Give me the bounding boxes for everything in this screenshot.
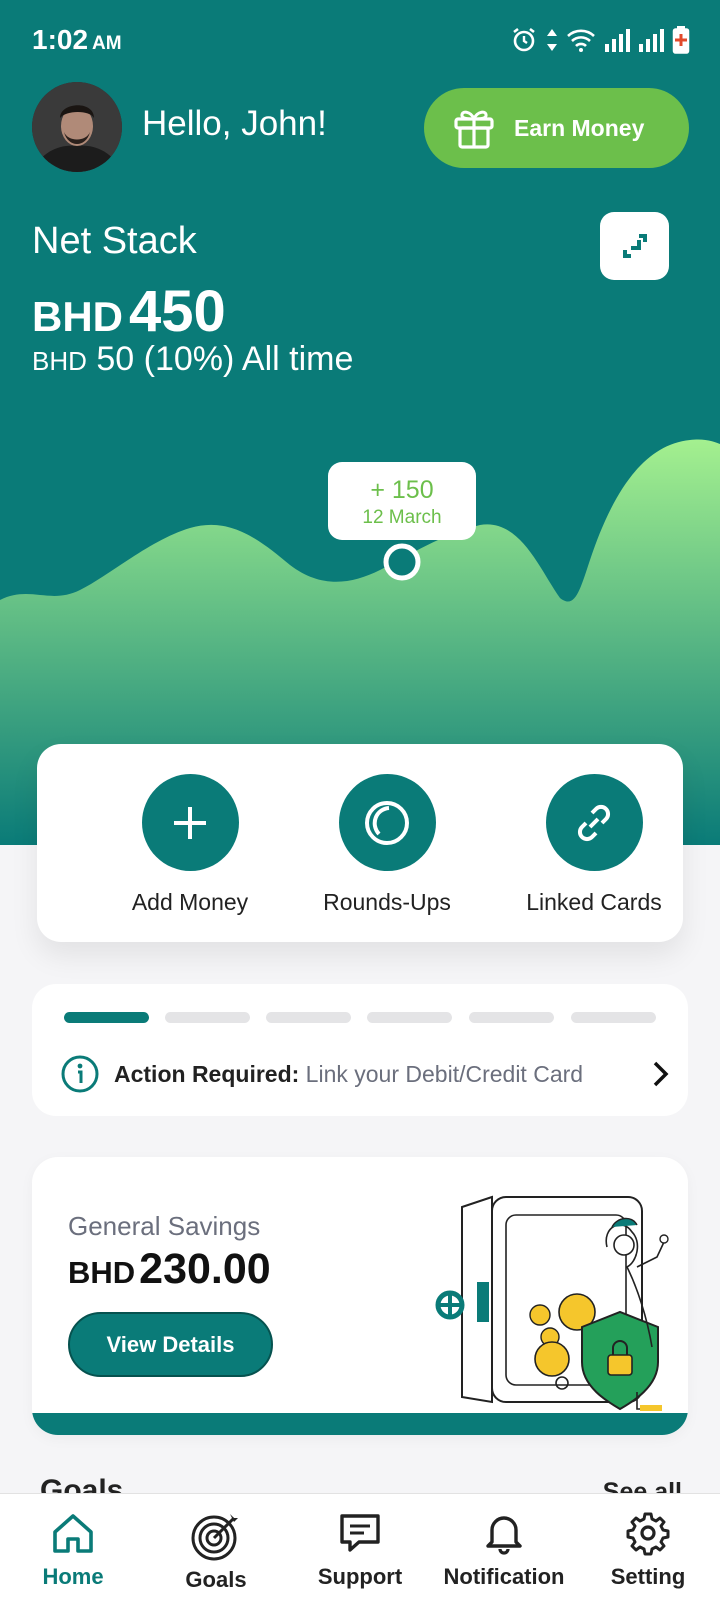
nav-support-label: Support [317,1564,403,1589]
expand-icon [622,234,647,258]
action-required-label: Action Required: [114,1060,300,1087]
progress-step-4 [367,1012,452,1023]
earn-money-button[interactable]: Earn Money [424,88,689,168]
coin-icon [365,800,409,845]
view-details-button[interactable]: View Details [68,1312,273,1377]
bottom-navigation: Home Goals Support Notification Setting [0,1493,720,1600]
savings-amount: BHD230.00 [68,1245,271,1294]
round-ups-button[interactable]: Rounds-Ups [287,774,487,916]
progress-step-3 [266,1012,351,1023]
linked-cards-label: Linked Cards [526,889,662,915]
savings-currency: BHD [68,1255,136,1290]
wifi-icon [567,29,595,52]
chevron-right-icon [653,1061,669,1087]
change-text: 50 (10%) All time [96,340,354,378]
savings-card-band [32,1413,688,1435]
expand-button[interactable] [600,212,669,280]
nav-notification-label: Notification [443,1564,565,1589]
avatar-image [32,82,122,172]
avatar[interactable] [32,82,122,172]
general-savings-card[interactable]: General Savings BHD230.00 View Details [32,1157,688,1435]
add-money-button[interactable]: Add Money [90,774,290,916]
nav-support[interactable]: Support [288,1494,432,1600]
plus-icon [174,806,206,839]
change-currency: BHD [32,346,87,376]
status-time-value: 1:02 [32,24,89,55]
status-bar: 1:02 AM [0,0,720,80]
nav-home-label: Home [42,1564,104,1589]
vault-illustration [435,1195,669,1411]
link-icon [577,804,611,841]
onboarding-progress-card: Action Required: Link your Debit/Credit … [32,984,688,1116]
progress-step-5 [469,1012,554,1023]
linked-cards-circle [545,774,643,871]
net-currency: BHD [32,293,123,340]
round-ups-circle [338,774,436,871]
chat-icon [340,1514,380,1552]
nav-goals-label: Goals [185,1567,247,1592]
chart-marker[interactable] [383,543,421,581]
add-money-label: Add Money [131,889,249,915]
net-stack-label: Net Stack [32,220,197,262]
status-time-ampm: AM [92,33,122,54]
status-time: 1:02 AM [32,24,122,56]
target-icon [191,1514,238,1561]
gear-icon [626,1512,670,1556]
info-icon [61,1055,99,1093]
net-change: BHD 50 (10%) All time [32,340,353,379]
round-ups-label: Rounds-Ups [323,889,451,915]
action-required-message: Link your Debit/Credit Card [305,1060,584,1087]
action-required-text: Action Required: Link your Debit/Credit … [114,1061,583,1088]
tooltip-value: + 150 [370,476,434,504]
nav-home[interactable]: Home [1,1494,145,1600]
data-arrows-icon [547,29,557,51]
battery-icon [672,26,690,54]
alarm-icon [513,27,535,52]
progress-step-6 [571,1012,656,1023]
quick-actions-card: Add Money Rounds-Ups Linked Cards [37,744,683,942]
gift-icon [454,110,494,149]
hero-section: 1:02 AM Hello, John! Earn Money Net Stack… [0,0,720,845]
action-required-row[interactable]: Action Required: Link your Debit/Credit … [60,1052,670,1096]
savings-value: 230.00 [139,1245,271,1293]
net-amount: 450 [129,279,226,344]
home-icon [53,1514,93,1553]
earn-money-label: Earn Money [514,114,645,141]
nav-setting-label: Setting [610,1564,686,1589]
nav-notification[interactable]: Notification [432,1494,576,1600]
chart-tooltip: + 150 12 March [328,462,476,540]
linked-cards-button[interactable]: Linked Cards [494,774,694,916]
progress-step-1 [64,1012,149,1023]
nav-goals[interactable]: Goals [144,1494,288,1600]
signal-2-icon [639,29,664,52]
progress-step-2 [165,1012,250,1023]
bell-icon [486,1516,522,1555]
savings-title: General Savings [68,1211,261,1241]
add-money-circle [141,774,239,871]
nav-setting[interactable]: Setting [576,1494,720,1600]
status-icons [510,24,690,56]
tooltip-date: 12 March [362,507,442,528]
net-stack-value: BHD 450 [32,278,226,345]
greeting-text: Hello, John! [142,104,327,143]
signal-1-icon [605,29,630,52]
